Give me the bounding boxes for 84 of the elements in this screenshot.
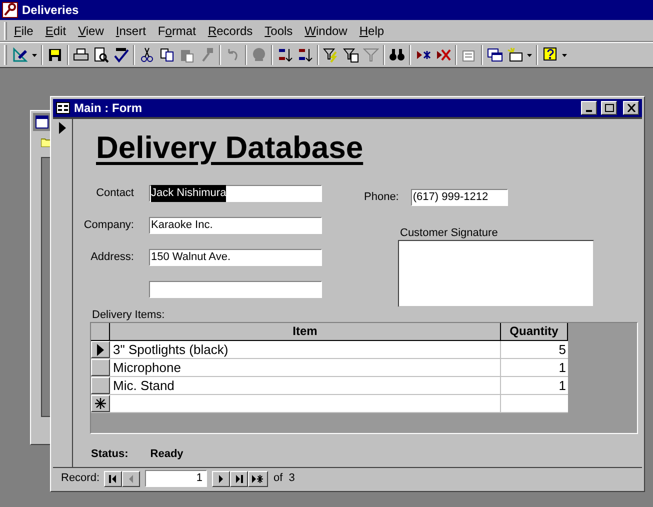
- menu-item[interactable]: Records: [202, 22, 258, 38]
- record-total: 3: [288, 471, 295, 486]
- field-value: Karaoke Inc.: [151, 218, 213, 234]
- caret-icon: [562, 54, 567, 56]
- subform-label: Delivery Items:: [92, 308, 166, 322]
- filter-form-icon: [343, 47, 359, 63]
- save-icon: [47, 47, 63, 63]
- field-value: 150 Walnut Ave.: [151, 250, 230, 266]
- table-cell: 3" Spotlights (black): [113, 342, 228, 357]
- form-title: Main : Form: [74, 100, 143, 117]
- menu-item[interactable]: Help: [354, 22, 390, 38]
- funnel-icon: [363, 47, 379, 63]
- help-icon: [542, 47, 558, 63]
- close-icon: [626, 104, 636, 112]
- windows-icon: [487, 47, 503, 63]
- first-record-icon: [108, 474, 118, 484]
- menu-item[interactable]: Tools: [260, 22, 298, 38]
- new-table-icon: [507, 47, 523, 63]
- text-field[interactable]: [149, 281, 322, 298]
- field-value: (617) 999-1212: [412, 190, 488, 206]
- new-record-icon: [251, 474, 264, 484]
- table-cell: Microphone: [113, 360, 181, 375]
- status-label: Status:: [91, 447, 128, 462]
- delete-record-icon: [435, 47, 451, 63]
- table-cell: 5: [558, 342, 566, 357]
- field-value: Jack Nishimura: [151, 185, 226, 202]
- last-record-icon: [234, 474, 244, 484]
- field-label: Contact: [96, 187, 134, 200]
- menu-item[interactable]: File: [9, 22, 38, 38]
- record-number-field[interactable]: 1: [144, 470, 207, 487]
- record-label: Record:: [61, 471, 100, 486]
- window-title: Deliveries: [22, 2, 79, 19]
- table-cell: Mic. Stand: [113, 378, 174, 393]
- sort-descending-icon: [297, 47, 313, 63]
- field-label: Company:: [84, 219, 134, 232]
- text-field[interactable]: Jack Nishimura: [149, 185, 322, 202]
- current-record-icon: [97, 344, 104, 356]
- field-label: Address:: [90, 251, 134, 264]
- row-selector[interactable]: [91, 359, 110, 376]
- filter-lightning-icon: [323, 47, 339, 63]
- navigation-button[interactable]: [248, 470, 268, 486]
- close-button[interactable]: [623, 101, 639, 115]
- current-record-icon: [59, 122, 66, 134]
- row-selector[interactable]: [91, 377, 110, 394]
- spellcheck-icon: [113, 47, 129, 63]
- print-preview-icon: [93, 47, 109, 63]
- maximize-icon: [604, 104, 614, 112]
- table-cell: 1: [558, 360, 566, 375]
- column-header[interactable]: Quantity: [501, 323, 568, 340]
- text-field[interactable]: Karaoke Inc.: [149, 217, 322, 234]
- text-field[interactable]: 150 Walnut Ave.: [149, 249, 322, 266]
- binoculars-icon: [389, 47, 405, 63]
- copy-icon: [159, 47, 175, 63]
- menu-item[interactable]: View: [73, 22, 109, 38]
- printer-icon: [73, 47, 89, 63]
- row-selector[interactable]: [91, 341, 110, 358]
- column-header[interactable]: Item: [110, 323, 501, 340]
- navigation-button[interactable]: [230, 470, 248, 486]
- menu-item[interactable]: Format: [152, 22, 201, 38]
- minimize-button[interactable]: [581, 101, 597, 115]
- navigation-button[interactable]: [104, 470, 122, 486]
- form-icon: [56, 102, 70, 114]
- caret-icon: [32, 54, 37, 56]
- field-label: Customer Signature: [400, 226, 499, 240]
- maximize-button[interactable]: [601, 101, 617, 115]
- menu-item[interactable]: Window: [300, 22, 352, 38]
- new-record-icon: [95, 398, 106, 409]
- table-cell: 1: [558, 378, 566, 393]
- field-label: Phone:: [364, 190, 399, 206]
- text-field[interactable]: (617) 999-1212: [410, 189, 508, 206]
- record-of-label: of: [274, 471, 283, 486]
- record-number: 1: [196, 472, 203, 484]
- status-value: Ready: [150, 447, 184, 462]
- ruler-pencil-icon: [12, 47, 28, 63]
- form-heading: Delivery Database: [96, 131, 364, 165]
- folder-icon: [41, 137, 51, 147]
- paste-icon: [179, 47, 195, 63]
- menu-item[interactable]: Edit: [40, 22, 72, 38]
- sort-ascending-icon: [277, 47, 293, 63]
- row-selector[interactable]: [91, 395, 110, 412]
- menu-item[interactable]: Insert: [110, 22, 151, 38]
- scissors-icon: [139, 47, 155, 63]
- navigation-button[interactable]: [212, 470, 230, 486]
- caret-icon: [527, 54, 532, 56]
